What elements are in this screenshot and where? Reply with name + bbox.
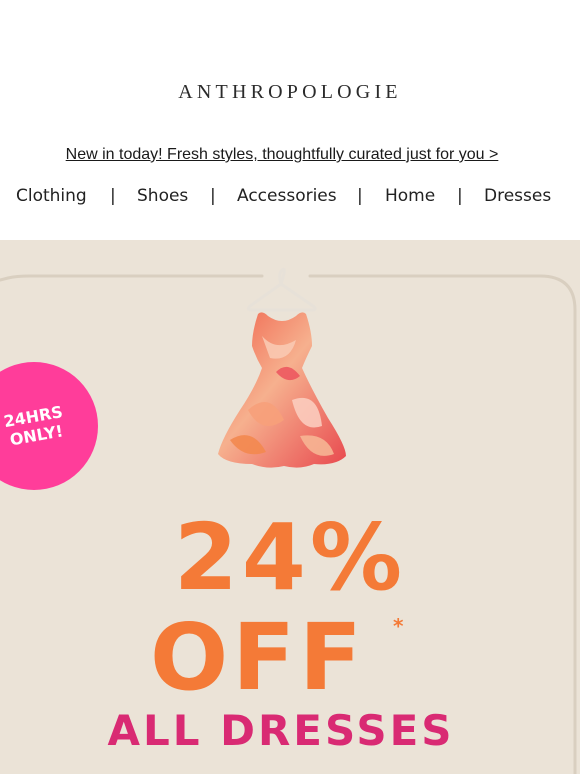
discount-percentage: 24% — [173, 504, 407, 611]
nav-item-clothing[interactable]: Clothing — [16, 186, 87, 206]
nav-separator: | — [210, 186, 216, 206]
nav-separator: | — [110, 186, 116, 206]
nav-item-shoes[interactable]: Shoes — [137, 186, 188, 206]
nav-item-home[interactable]: Home — [385, 186, 435, 206]
category-nav: Clothing | Shoes | Accessories | Home | … — [0, 186, 580, 210]
new-arrivals-link[interactable]: New in today! Fresh styles, thoughtfully… — [0, 146, 564, 164]
disclaimer-asterisk: * — [393, 614, 404, 638]
nav-separator: | — [457, 186, 463, 206]
nav-item-dresses[interactable]: Dresses — [484, 186, 551, 206]
nav-separator: | — [357, 186, 363, 206]
floral-dress-icon — [218, 312, 346, 468]
sale-scope-label: ALL DRESSES — [107, 706, 455, 755]
nav-item-accessories[interactable]: Accessories — [237, 186, 337, 206]
sale-hero-banner[interactable]: 24HRS ONLY! 24% OFF * ALL DRESSES — [0, 240, 580, 774]
brand-logo[interactable]: ANTHROPOLOGIE — [0, 81, 580, 104]
discount-off-label: OFF — [150, 604, 366, 711]
